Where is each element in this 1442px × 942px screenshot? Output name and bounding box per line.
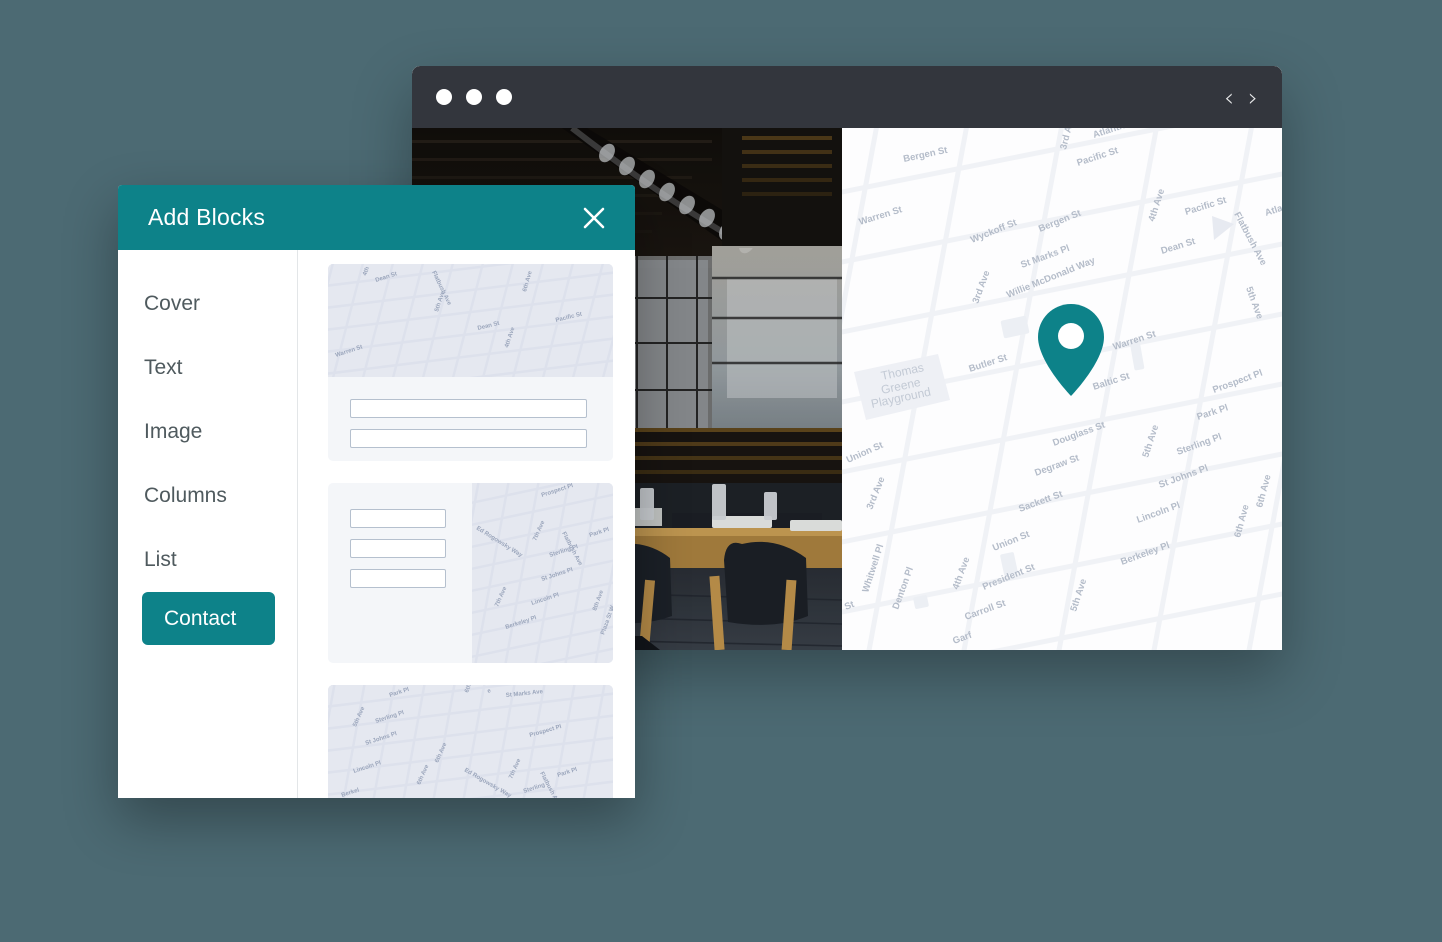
map-pane[interactable]: Thomas Greene Playground Bergen St 3rd Av…: [842, 128, 1282, 650]
window-close-dot[interactable]: [436, 89, 452, 105]
sidebar-item-label: Text: [144, 356, 183, 379]
nav-next-icon[interactable]: ›: [1248, 85, 1258, 110]
window-minimize-dot[interactable]: [466, 89, 482, 105]
browser-nav-arrows: ‹ ›: [1224, 85, 1258, 110]
sidebar-item-cover[interactable]: Cover: [118, 272, 297, 336]
sidebar-item-label: Contact: [164, 606, 237, 630]
dialog-body: Cover Text Image Columns List Contact 4th Dean…: [118, 250, 635, 798]
sidebar-item-list[interactable]: List: [118, 528, 297, 592]
contact-layout-map-top[interactable]: 4th Dean St Flatbush Ave 5th Ave Dean St 6th …: [328, 264, 613, 461]
sidebar-item-columns[interactable]: Columns: [118, 464, 297, 528]
nav-prev-icon[interactable]: ‹: [1224, 85, 1234, 110]
browser-chrome: ‹ ›: [412, 66, 1282, 128]
thumbnail-map-preview: 4th Dean St Flatbush Ave 5th Ave Dean St 6th …: [328, 264, 613, 377]
thumbnail-input-field: [350, 569, 446, 588]
window-control-dots: [436, 89, 512, 105]
sidebar-item-label: Cover: [144, 292, 201, 315]
contact-layout-map-right[interactable]: Prospect Pl Ed Rogowsky Way 7th Ave Flatbus…: [328, 483, 613, 663]
sidebar-item-label: List: [144, 548, 177, 571]
block-thumbnail-list: 4th Dean St Flatbush Ave 5th Ave Dean St 6th …: [298, 250, 635, 798]
sidebar-item-label: Image: [144, 420, 203, 443]
thumbnail-input-field: [350, 399, 587, 418]
dialog-title: Add Blocks: [148, 204, 266, 230]
thumbnail-map-preview: Prospect Pl Ed Rogowsky Way 7th Ave Flatbus…: [471, 483, 613, 663]
close-icon[interactable]: [577, 201, 611, 235]
window-maximize-dot[interactable]: [496, 89, 512, 105]
map-location-pin[interactable]: [1038, 304, 1104, 396]
contact-layout-map-full[interactable]: Park Pl6th AveeSt Marks AveSterling Pl5t…: [328, 685, 613, 798]
sidebar-item-label: Columns: [144, 484, 227, 507]
thumbnail-input-field: [350, 539, 446, 558]
dialog-header: Add Blocks: [118, 185, 635, 250]
add-blocks-dialog: Add Blocks Cover Text Image Columns List Cont…: [118, 185, 635, 798]
thumbnail-form-preview: [328, 483, 472, 663]
thumbnail-form-preview: [328, 377, 613, 448]
sidebar-item-text[interactable]: Text: [118, 336, 297, 400]
thumbnail-map-preview: Park Pl6th AveeSt Marks AveSterling Pl5t…: [328, 685, 613, 798]
block-category-sidebar: Cover Text Image Columns List Contact: [118, 250, 298, 798]
thumbnail-input-field: [350, 509, 446, 528]
sidebar-item-image[interactable]: Image: [118, 400, 297, 464]
sidebar-item-contact[interactable]: Contact: [142, 592, 275, 645]
thumbnail-input-field: [350, 429, 587, 448]
